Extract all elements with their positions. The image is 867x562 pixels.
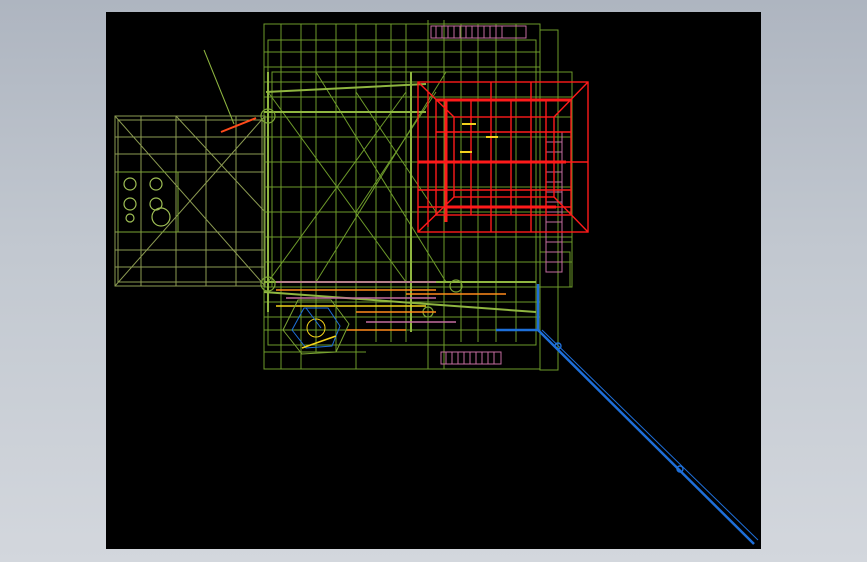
accent-yellow xyxy=(460,123,498,153)
left-platform-holes xyxy=(123,177,171,227)
bottom-stairs xyxy=(440,351,502,365)
top-stairs xyxy=(430,25,527,39)
model-viewport[interactable] xyxy=(106,12,761,549)
pipe-run xyxy=(496,284,759,545)
highlight-beams xyxy=(418,98,571,222)
cad-application-window xyxy=(0,0,867,562)
main-beams xyxy=(263,72,537,332)
guy-line xyxy=(203,49,235,125)
left-platform xyxy=(114,115,266,287)
wireframe-drawing xyxy=(114,20,759,545)
pillars xyxy=(260,108,463,318)
